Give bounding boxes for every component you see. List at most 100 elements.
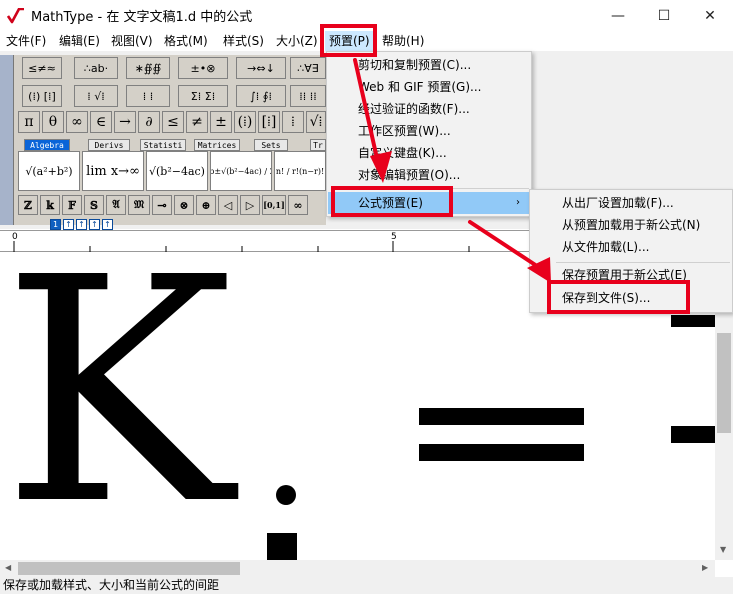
scroll-right-icon[interactable]: ▶	[702, 563, 708, 572]
size-tab-4[interactable]: ↑	[89, 219, 100, 230]
menu-load-factory[interactable]: 从出厂设置加载(F)...	[562, 192, 674, 214]
symbol-integers[interactable]: ℤ	[18, 195, 38, 215]
template-discriminant[interactable]: √(b²−4ac)	[146, 151, 208, 191]
palette-fences[interactable]: (⁞) [⁞]	[22, 85, 62, 107]
palette-sums[interactable]: Σ⁞ Σ⁞	[178, 85, 228, 107]
submenu-arrow-icon: ›	[516, 197, 520, 208]
palette-scripts[interactable]: ⁞ ⁞	[126, 85, 170, 107]
symbol-infinity[interactable]: ∞	[66, 111, 88, 133]
symbol-triangle-left[interactable]: ◁	[218, 195, 238, 215]
window-title: MathType - 在 文字文稿1.d 中的公式	[31, 10, 253, 25]
menu-file[interactable]: 文件(F)	[6, 31, 46, 51]
vertical-scroll-thumb[interactable]	[717, 333, 731, 433]
symbol-fraktur-a[interactable]: 𝔄	[106, 195, 126, 215]
ruler-label-0: 0	[12, 232, 18, 242]
highlight-box-preferences	[320, 24, 377, 57]
maximize-icon: ☐	[657, 7, 671, 24]
size-tab-5[interactable]: ↑	[102, 219, 113, 230]
menu-object-editing-prefs[interactable]: 对象编辑预置(O)...	[358, 164, 528, 186]
palette-logic[interactable]: ∴∀∃	[290, 57, 326, 79]
symbol-k[interactable]: 𝕜	[40, 195, 60, 215]
symbol-arrow[interactable]: →	[114, 111, 136, 133]
minimize-button[interactable]: —	[595, 0, 641, 31]
menu-customize-keyboard[interactable]: 自定义键盘(K)...	[358, 142, 528, 164]
symbol-partial[interactable]: ∂	[138, 111, 160, 133]
menu-edit[interactable]: 编辑(E)	[59, 31, 100, 51]
submenu-separator	[556, 262, 730, 263]
symbol-triangle-right[interactable]: ▷	[240, 195, 260, 215]
palette-relations[interactable]: ≤≠≈	[22, 57, 62, 79]
symbol-f[interactable]: 𝔽	[62, 195, 82, 215]
template-tabs: Algebra Derivs Statisti Matrices Sets Tr	[18, 139, 326, 151]
palette-fractions-radicals[interactable]: ⁞ √⁞	[74, 85, 118, 107]
formula-equals-bottom	[419, 444, 584, 461]
highlight-box-equation-prefs	[331, 186, 453, 217]
symbol-leq[interactable]: ≤	[162, 111, 184, 133]
menu-view[interactable]: 视图(V)	[111, 31, 153, 51]
close-button[interactable]: ✕	[687, 0, 733, 31]
palette-integrals[interactable]: ∫⁞ ∮⁞	[236, 85, 286, 107]
menu-load-new-equation-prefs[interactable]: 从预置加载用于新公式(N)	[562, 214, 700, 236]
toolbar-grip[interactable]	[0, 55, 14, 225]
tab-statistics[interactable]: Statisti	[140, 139, 186, 151]
template-combination[interactable]: n! / r!(n−r)!	[274, 151, 326, 191]
horizontal-scrollbar[interactable]: ◀ ▶	[0, 560, 715, 577]
menu-workspace-prefs[interactable]: 工作区预置(W)...	[358, 120, 528, 142]
tab-sets[interactable]: Sets	[254, 139, 288, 151]
symbol-element-of[interactable]: ∈	[90, 111, 112, 133]
menu-size[interactable]: 大小(Z)	[276, 31, 318, 51]
template-limit[interactable]: lim x→∞	[82, 151, 144, 191]
template-quadratic[interactable]: −b±√(b²−4ac) / 2a	[210, 151, 272, 191]
menu-format[interactable]: 格式(M)	[164, 31, 208, 51]
symbol-oplus[interactable]: ⊕	[196, 195, 216, 215]
formula-subscript-stem	[267, 533, 297, 560]
template-parens[interactable]: (⁞)	[234, 111, 256, 133]
scroll-left-icon[interactable]: ◀	[5, 563, 11, 572]
menu-cut-copy-prefs[interactable]: 剪切和复制预置(C)...	[358, 54, 528, 76]
menu-style[interactable]: 样式(S)	[223, 31, 264, 51]
template-fraction[interactable]: ⁞	[282, 111, 304, 133]
symbol-otimes[interactable]: ⊗	[174, 195, 194, 215]
symbol-s[interactable]: 𝕊	[84, 195, 104, 215]
horizontal-scroll-thumb[interactable]	[18, 562, 240, 575]
tab-matrices[interactable]: Matrices	[194, 139, 240, 151]
formula-equals-top	[419, 408, 584, 425]
size-tab-3[interactable]: ↑	[76, 219, 87, 230]
symbol-plusminus[interactable]: ±	[210, 111, 232, 133]
symbol-neq[interactable]: ≠	[186, 111, 208, 133]
symbol-interval[interactable]: [0,1]	[262, 195, 286, 215]
palette-operators[interactable]: ±•⊗	[178, 57, 228, 79]
highlight-box-save-to-file	[547, 280, 690, 314]
formula-fraction-bar-top	[671, 315, 715, 327]
tab-derivs[interactable]: Derivs	[88, 139, 130, 151]
tab-algebra[interactable]: Algebra	[24, 139, 70, 151]
menu-load-from-file[interactable]: 从文件加载(L)...	[562, 236, 650, 258]
size-tab-2[interactable]: ↑	[63, 219, 74, 230]
close-icon: ✕	[704, 7, 716, 24]
scroll-down-icon[interactable]: ▼	[720, 545, 726, 554]
menu-web-gif-prefs[interactable]: Web 和 GIF 预置(G)...	[358, 76, 528, 98]
maximize-button[interactable]: ☐	[641, 0, 687, 31]
minimize-icon: —	[611, 7, 625, 24]
symbol-pi[interactable]: π	[18, 111, 40, 133]
menu-help[interactable]: 帮助(H)	[382, 31, 424, 51]
symbol-theta[interactable]: θ	[42, 111, 64, 133]
palette-spaces[interactable]: ∴ab·	[74, 57, 118, 79]
size-selector-row: 1 ↑ ↑ ↑ ↑	[50, 219, 113, 230]
palette-embellishments[interactable]: ∗∯∯	[126, 57, 170, 79]
template-sqrt[interactable]: √⁞	[306, 111, 326, 133]
symbol-fraktur-m[interactable]: 𝔐	[128, 195, 150, 215]
ruler-label-5: 5	[391, 232, 397, 242]
template-pythagoras[interactable]: √(a²+b²)	[18, 151, 80, 191]
template-brackets[interactable]: [⁞]	[258, 111, 280, 133]
palette-matrices[interactable]: ⁞⁞ ⁞⁞	[290, 85, 326, 107]
formula-letter-k: K	[2, 253, 234, 560]
palette-arrows[interactable]: →⇔↓	[236, 57, 286, 79]
formula-subscript-dot	[276, 485, 296, 505]
tab-trig[interactable]: Tr	[310, 139, 326, 151]
menu-recognized-functions[interactable]: 经过验证的函数(F)...	[358, 98, 528, 120]
mathtype-logo-icon	[7, 7, 24, 23]
symbol-multimap[interactable]: ⊸	[152, 195, 172, 215]
symbol-infinity-small[interactable]: ∞	[288, 195, 308, 215]
size-tab-1[interactable]: 1	[50, 219, 61, 230]
